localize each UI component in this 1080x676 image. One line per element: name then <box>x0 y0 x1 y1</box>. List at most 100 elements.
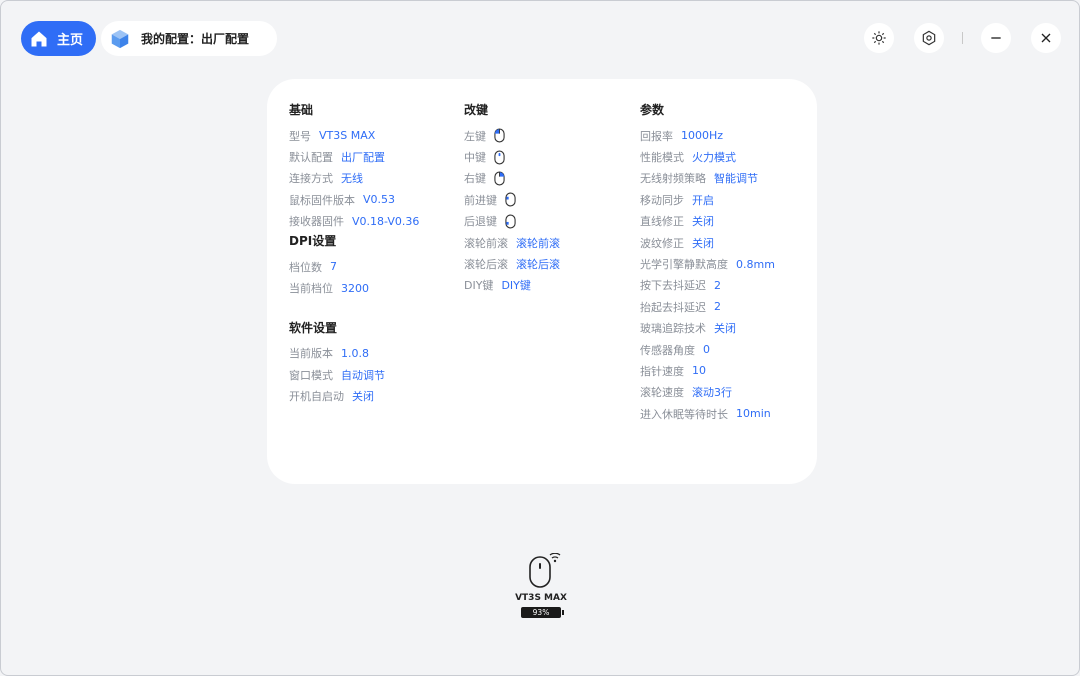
info-row: 型号 VT3S MAX <box>289 125 419 146</box>
home-label: 主页 <box>57 33 84 48</box>
row-label: 前进键 <box>464 193 497 207</box>
info-row: 连接方式 无线 <box>289 168 419 189</box>
row-label: 连接方式 <box>289 172 333 186</box>
row-value: 关闭 <box>714 322 736 336</box>
config-label: 我的配置：出厂配置 <box>141 32 250 46</box>
column-keys: 改键 左键 中键 右键 前进键 后退键 滚轮前滚 滚轮前滚 滚轮后滚 滚轮后滚 … <box>464 101 560 296</box>
row-value: 2 <box>714 278 721 292</box>
info-row: 性能模式 火力模式 <box>640 146 775 167</box>
row-value: 3200 <box>341 281 369 295</box>
row-label: 性能模式 <box>640 151 684 165</box>
mouse-middle-icon <box>494 150 505 165</box>
row-value: V0.53 <box>363 193 396 207</box>
row-label: 玻璃追踪技术 <box>640 322 706 336</box>
sun-icon <box>872 31 886 45</box>
device-icon-group <box>521 552 561 589</box>
info-row: 窗口模式 自动调节 <box>289 364 419 385</box>
row-value: 火力模式 <box>692 151 736 165</box>
row-label: 中键 <box>464 151 486 165</box>
section-title-dpi: DPI设置 <box>289 233 337 248</box>
row-label: 传感器角度 <box>640 343 695 357</box>
minimize-button[interactable] <box>981 23 1011 53</box>
row-label: 开机自启动 <box>289 390 344 404</box>
column-params: 参数 回报率 1000Hz 性能模式 火力模式 无线射频策略 智能调节 移动同步 开启 … <box>640 101 775 424</box>
row-value: 滚轮前滚 <box>516 236 560 250</box>
row-label: 波纹修正 <box>640 236 684 250</box>
row-label: 右键 <box>464 172 486 186</box>
row-label: 无线射频策略 <box>640 172 706 186</box>
row-label: 回报率 <box>640 129 673 143</box>
info-row: 指针速度 10 <box>640 360 775 381</box>
row-label: 型号 <box>289 129 311 143</box>
key-row-forward: 前进键 <box>464 189 560 210</box>
info-row: 回报率 1000Hz <box>640 125 775 146</box>
row-value: 关闭 <box>352 390 374 404</box>
key-row-back: 后退键 <box>464 211 560 232</box>
row-label: 鼠标固件版本 <box>289 193 355 207</box>
row-label: 指针速度 <box>640 364 684 378</box>
app-window: 主页 我的配置：出厂配置 基础 型号 VT3S MAX 默认配置 出厂配置 连接… <box>0 0 1080 676</box>
info-row: 按下去抖延迟 2 <box>640 275 775 296</box>
row-label: 当前档位 <box>289 282 333 296</box>
row-label: 默认配置 <box>289 151 333 165</box>
config-summary-card: 基础 型号 VT3S MAX 默认配置 出厂配置 连接方式 无线 鼠标固件版本 V0.5… <box>267 79 817 484</box>
battery-badge: 93% <box>521 607 564 618</box>
row-label: 滚轮前滚 <box>464 236 508 250</box>
section-title-software: 软件设置 <box>289 320 338 335</box>
info-row: 鼠标固件版本 V0.53 <box>289 189 419 210</box>
info-row: 当前版本 1.0.8 <box>289 343 419 364</box>
row-label: 滚轮后滚 <box>464 258 508 272</box>
row-label: 接收器固件 <box>289 215 344 229</box>
row-label: 后退键 <box>464 215 497 229</box>
row-value: DIY键 <box>501 279 531 293</box>
home-icon <box>31 31 47 46</box>
cube-icon <box>111 29 129 48</box>
info-row: 当前档位 3200 <box>289 277 419 298</box>
device-status[interactable]: VT3S MAX 93% <box>509 552 573 618</box>
row-value: 10min <box>736 407 771 421</box>
row-value: 滚动3行 <box>692 386 732 400</box>
info-row: 进入休眠等待时长 10min <box>640 403 775 424</box>
row-value: 开启 <box>692 193 714 207</box>
row-value: 出厂配置 <box>341 151 385 165</box>
row-value: 1.0.8 <box>341 346 369 360</box>
info-row: 开机自启动 关闭 <box>289 386 419 407</box>
config-selector[interactable]: 我的配置：出厂配置 <box>101 21 277 56</box>
row-label: 光学引擎静默高度 <box>640 258 728 272</box>
info-row: 滚轮前滚 滚轮前滚 <box>464 232 560 253</box>
key-row-right: 右键 <box>464 168 560 189</box>
row-value: 0 <box>703 343 710 357</box>
info-row: 光学引擎静默高度 0.8mm <box>640 253 775 274</box>
row-label: 滚轮速度 <box>640 386 684 400</box>
home-button[interactable]: 主页 <box>21 21 96 56</box>
info-row: 默认配置 出厂配置 <box>289 146 419 167</box>
row-label: 当前版本 <box>289 347 333 361</box>
close-icon <box>1041 33 1051 43</box>
toolbar-divider <box>962 32 963 44</box>
row-label: 进入休眠等待时长 <box>640 407 728 421</box>
section-title-keys: 改键 <box>464 103 489 117</box>
row-label: 抬起去抖延迟 <box>640 300 706 314</box>
row-value: 关闭 <box>692 215 714 229</box>
mouse-right-icon <box>494 171 505 186</box>
close-button[interactable] <box>1031 23 1061 53</box>
row-value: 自动调节 <box>341 368 385 382</box>
mouse-left-icon <box>494 128 505 143</box>
row-value: 10 <box>692 364 706 378</box>
info-row: 玻璃追踪技术 关闭 <box>640 318 775 339</box>
mouse-device-icon <box>529 552 561 588</box>
settings-button[interactable] <box>914 23 944 53</box>
row-value: V0.18-V0.36 <box>352 214 420 228</box>
info-row: 接收器固件 V0.18-V0.36 <box>289 211 419 232</box>
row-label: 移动同步 <box>640 193 684 207</box>
info-row: 传感器角度 0 <box>640 339 775 360</box>
row-value: VT3S MAX <box>319 129 376 143</box>
row-label: DIY键 <box>464 279 494 293</box>
info-row: 滚轮速度 滚动3行 <box>640 382 775 403</box>
section-title-params: 参数 <box>640 103 665 117</box>
row-label: 档位数 <box>289 260 322 274</box>
brightness-button[interactable] <box>864 23 894 53</box>
row-label: 直线修正 <box>640 215 684 229</box>
key-row-left: 左键 <box>464 125 560 146</box>
row-label: 按下去抖延迟 <box>640 279 706 293</box>
